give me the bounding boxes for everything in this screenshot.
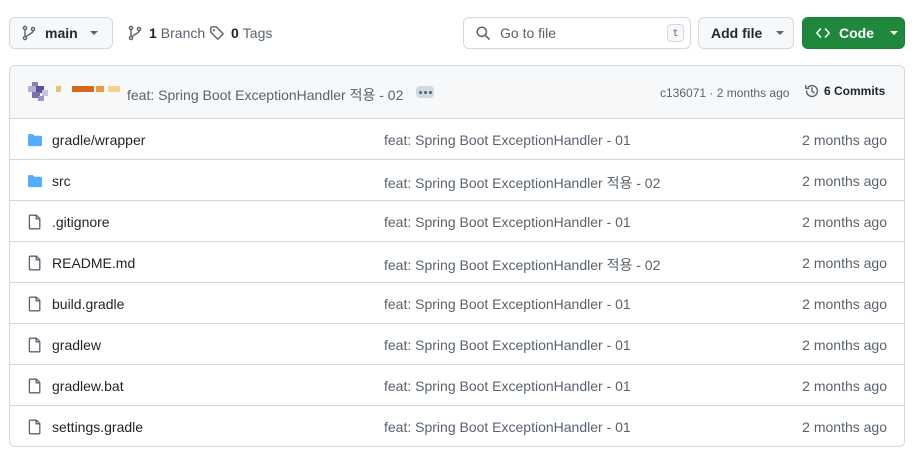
- file-icon: [27, 378, 43, 394]
- git-branch-icon: [128, 25, 142, 41]
- file-commit-age: 2 months ago: [802, 419, 887, 435]
- chevron-down-icon: [776, 31, 785, 35]
- latest-commit-meta: c136071 · 2 months ago: [660, 86, 789, 100]
- code-label: Code: [839, 25, 874, 41]
- file-commit-message-link[interactable]: feat: Spring Boot ExceptionHandler - 01: [384, 132, 631, 148]
- tag-label: Tags: [242, 25, 273, 41]
- code-icon: [816, 28, 830, 38]
- folder-icon: [27, 132, 43, 148]
- file-icon: [27, 214, 43, 230]
- folder-icon: [27, 173, 43, 189]
- file-name-link[interactable]: gradlew.bat: [52, 378, 124, 394]
- file-commit-age: 2 months ago: [802, 255, 887, 271]
- file-icon: [27, 296, 43, 312]
- latest-commit-message[interactable]: feat: Spring Boot ExceptionHandler 적용 - …: [127, 85, 403, 105]
- file-table: feat: Spring Boot ExceptionHandler 적용 - …: [9, 65, 905, 447]
- table-row: gradle/wrapper feat: Spring Boot Exceptio…: [10, 119, 904, 160]
- chevron-down-icon: [890, 31, 898, 35]
- file-name-link[interactable]: settings.gradle: [52, 419, 143, 435]
- branch-name: main: [45, 25, 78, 41]
- chevron-down-icon: [89, 31, 98, 35]
- file-commit-message-link[interactable]: feat: Spring Boot ExceptionHandler - 01: [384, 214, 631, 230]
- table-row: src feat: Spring Boot ExceptionHandler 적용…: [10, 160, 904, 201]
- repo-toolbar: main 1 Branch 0 Tags Go to file t Add fi…: [9, 17, 905, 49]
- go-to-file-placeholder: Go to file: [500, 25, 557, 41]
- file-commit-message-link[interactable]: feat: Spring Boot ExceptionHandler - 01: [384, 337, 631, 353]
- file-icon: [27, 337, 43, 353]
- table-row: settings.gradle feat: Spring Boot Excepti…: [10, 406, 904, 446]
- commit-hash[interactable]: c136071: [660, 86, 706, 100]
- file-name-link[interactable]: README.md: [52, 255, 135, 271]
- author-name-redacted: [72, 86, 94, 92]
- author-name-redacted: [108, 86, 120, 92]
- add-file-label: Add file: [711, 25, 763, 41]
- file-commit-age: 2 months ago: [802, 173, 887, 189]
- table-row: .gitignore feat: Spring Boot ExceptionHan…: [10, 201, 904, 242]
- table-row: gradlew.bat feat: Spring Boot ExceptionHa…: [10, 365, 904, 406]
- file-commit-age: 2 months ago: [802, 214, 887, 230]
- file-commit-age: 2 months ago: [802, 378, 887, 394]
- history-icon: [805, 84, 819, 98]
- file-list: gradle/wrapper feat: Spring Boot Exceptio…: [10, 119, 904, 446]
- file-commit-age: 2 months ago: [802, 132, 887, 148]
- file-name-link[interactable]: gradlew: [52, 337, 101, 353]
- author-name-redacted: [56, 86, 61, 92]
- branch-count: 1: [149, 25, 157, 41]
- tag-icon: [210, 26, 224, 40]
- file-name-link[interactable]: build.gradle: [52, 296, 124, 312]
- table-row: gradlew feat: Spring Boot ExceptionHandle…: [10, 324, 904, 365]
- file-commit-age: 2 months ago: [802, 337, 887, 353]
- commits-link[interactable]: 6 Commits: [804, 83, 885, 99]
- file-commit-message-link[interactable]: feat: Spring Boot ExceptionHandler - 01: [384, 419, 631, 435]
- search-icon: [476, 26, 490, 40]
- meta-separator: ·: [709, 86, 714, 100]
- file-commit-message-link[interactable]: feat: Spring Boot ExceptionHandler - 01: [384, 378, 631, 394]
- branches-link[interactable]: 1 Branch: [127, 17, 205, 49]
- file-commit-message-link[interactable]: feat: Spring Boot ExceptionHandler 적용 - …: [384, 173, 660, 193]
- file-name-link[interactable]: src: [52, 173, 71, 189]
- commit-age: 2 months ago: [716, 86, 790, 100]
- tags-link[interactable]: 0 Tags: [209, 17, 272, 49]
- table-row: README.md feat: Spring Boot ExceptionHand…: [10, 242, 904, 283]
- branch-selector-button[interactable]: main: [9, 17, 113, 49]
- expand-commit-button[interactable]: [416, 86, 434, 98]
- go-to-file-input[interactable]: Go to file t: [463, 17, 691, 49]
- file-commit-message-link[interactable]: feat: Spring Boot ExceptionHandler - 01: [384, 296, 631, 312]
- keyboard-shortcut-hint: t: [667, 24, 684, 42]
- file-icon: [27, 419, 43, 435]
- file-name-link[interactable]: .gitignore: [52, 214, 110, 230]
- tag-count: 0: [231, 25, 239, 41]
- commit-count-label: 6 Commits: [824, 84, 886, 98]
- latest-commit-bar: feat: Spring Boot ExceptionHandler 적용 - …: [10, 66, 904, 119]
- file-commit-age: 2 months ago: [802, 296, 887, 312]
- author-name-redacted: [96, 86, 104, 92]
- file-name-link[interactable]: gradle/wrapper: [52, 132, 145, 148]
- git-branch-icon: [22, 25, 36, 41]
- file-icon: [27, 255, 43, 271]
- add-file-button[interactable]: Add file: [698, 17, 794, 49]
- file-commit-message-link[interactable]: feat: Spring Boot ExceptionHandler 적용 - …: [384, 255, 660, 275]
- branch-label: Branch: [160, 25, 206, 41]
- table-row: build.gradle feat: Spring Boot ExceptionH…: [10, 283, 904, 324]
- avatar[interactable]: [28, 82, 50, 102]
- code-button[interactable]: Code: [802, 17, 905, 49]
